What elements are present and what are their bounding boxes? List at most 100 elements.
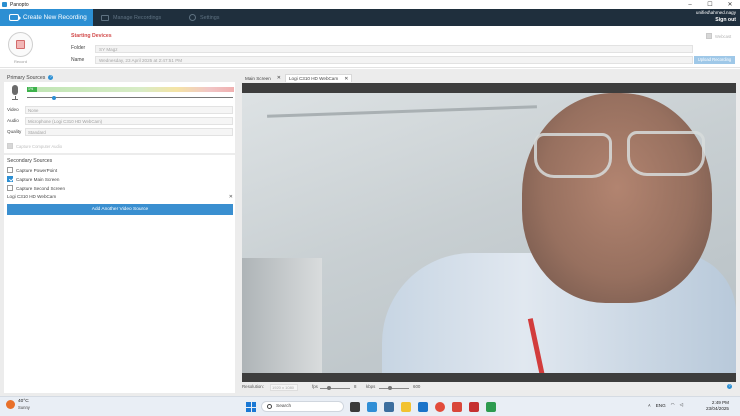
- webcam-video-preview: [242, 83, 736, 382]
- tab-label: Main Screen: [245, 75, 271, 81]
- panopto-app-icon: [2, 2, 7, 7]
- help-icon[interactable]: ?: [48, 75, 54, 81]
- powerpoint-icon[interactable]: [452, 402, 462, 412]
- tab-create-new-recording[interactable]: Create New Recording: [0, 9, 93, 26]
- checkbox-checked: [7, 176, 13, 182]
- audio-source-select[interactable]: Microphone (Logi C310 HD WebCam): [25, 117, 233, 125]
- windows-start-icon[interactable]: [246, 402, 256, 412]
- maximize-button[interactable]: ☐: [700, 0, 720, 9]
- kbps-slider-thumb[interactable]: [387, 386, 392, 390]
- sun-icon: [6, 400, 15, 409]
- file-explorer-icon[interactable]: [401, 402, 411, 412]
- volume-icon[interactable]: ◁: [680, 402, 684, 408]
- capture-second-screen-checkbox[interactable]: Capture Second Screen: [7, 185, 65, 191]
- kbps-value: 600: [413, 384, 421, 389]
- video-settings-bar: Resolution: 1920 x 1080 fps 8 kbps 600 ?: [242, 384, 736, 392]
- fps-slider-thumb[interactable]: [327, 386, 331, 390]
- audio-volume-slider[interactable]: [27, 97, 233, 98]
- wifi-icon[interactable]: ◠: [671, 402, 675, 408]
- capture-main-screen-checkbox[interactable]: Capture Main Screen: [7, 176, 59, 182]
- user-name: unified\ahmed.nagy: [695, 10, 736, 15]
- video-chair: [242, 258, 322, 373]
- kbps-slider[interactable]: [379, 387, 409, 389]
- tab-manage-recordings[interactable]: Manage Recordings: [101, 9, 161, 26]
- quality-label: Quality: [7, 129, 22, 134]
- folder-label: Folder: [71, 45, 86, 51]
- checkbox-box: [706, 33, 712, 39]
- teams-icon[interactable]: [384, 402, 394, 412]
- folder-field[interactable]: SY Magz: [95, 45, 693, 53]
- audio-level-text: 1%: [28, 87, 34, 91]
- capture-powerpoint-label: Capture PowerPoint: [16, 167, 58, 173]
- video-glasses-right: [627, 131, 705, 176]
- temperature: 40°C: [18, 399, 29, 404]
- edge-icon[interactable]: [367, 402, 377, 412]
- clock-date: 23/04/2025: [706, 406, 729, 411]
- primary-sources-heading: Primary Sources?: [7, 75, 54, 81]
- chrome-icon[interactable]: [435, 402, 445, 412]
- task-view-icon[interactable]: [350, 402, 360, 412]
- quality-select[interactable]: Standard: [25, 128, 233, 136]
- gear-icon: [189, 14, 196, 21]
- webcam-source-row: Logi C310 HD WebCam ✕: [7, 194, 233, 200]
- windows-taskbar: 40°C Sunny Search ˄ ENG ◠ ◁ 2:49 PM 23/0…: [0, 396, 740, 416]
- close-tab-icon[interactable]: ✕: [277, 75, 281, 81]
- window-titlebar: Panopto – ☐ ✕: [0, 0, 740, 9]
- tab-label: Manage Recordings: [113, 14, 162, 21]
- tab-label: Settings: [200, 14, 220, 21]
- taskbar-search[interactable]: Search: [261, 401, 344, 412]
- video-letterbox-top: [242, 83, 736, 93]
- tab-webcam-preview[interactable]: Logi C310 HD WebCam ✕: [285, 74, 353, 82]
- close-button[interactable]: ✕: [720, 0, 740, 9]
- app-header: Create New Recording Manage Recordings S…: [0, 9, 740, 26]
- window-controls: – ☐ ✕: [680, 0, 740, 9]
- status-text: Starting Devices: [71, 33, 112, 39]
- video-glasses-left: [534, 133, 612, 178]
- video-source-select[interactable]: None: [25, 106, 233, 114]
- name-field[interactable]: Wednesday, 23 April 2025 at 2:47:51 PM: [95, 56, 693, 64]
- resolution-label: Resolution:: [242, 384, 264, 389]
- minimize-button[interactable]: –: [680, 0, 700, 9]
- fps-value: 8: [354, 384, 357, 389]
- search-placeholder: Search: [276, 404, 292, 409]
- capture-computer-audio-checkbox[interactable]: Capture Computer Audio: [7, 143, 62, 149]
- checkbox-box: [7, 167, 13, 173]
- tab-label: Logi C310 HD WebCam: [289, 76, 339, 81]
- capture-powerpoint-checkbox[interactable]: Capture PowerPoint: [7, 167, 57, 173]
- fps-label: fps: [312, 384, 318, 389]
- capture-second-screen-label: Capture Second Screen: [16, 185, 66, 191]
- help-icon[interactable]: ?: [727, 384, 732, 389]
- name-label: Name: [71, 57, 85, 63]
- sign-out-link[interactable]: Sign out: [696, 17, 736, 23]
- language-indicator[interactable]: ENG: [656, 403, 666, 408]
- checkbox-box: [7, 143, 13, 149]
- add-video-source-button[interactable]: Add Another Video Source: [7, 204, 233, 215]
- search-icon: [267, 404, 272, 409]
- weather-widget[interactable]: 40°C Sunny: [6, 399, 30, 410]
- record-icon: [16, 40, 25, 49]
- window-title: Panopto: [10, 1, 29, 8]
- kbps-label: kbps: [366, 384, 376, 389]
- record-button[interactable]: [8, 32, 33, 57]
- tab-settings[interactable]: Settings: [189, 9, 219, 26]
- upload-recording-button[interactable]: Upload Recording: [694, 56, 735, 64]
- panopto-taskbar-icon[interactable]: [486, 402, 496, 412]
- resolution-select[interactable]: 1920 x 1080: [270, 384, 298, 391]
- chevron-up-icon[interactable]: ˄: [648, 403, 651, 408]
- close-tab-icon[interactable]: ✕: [344, 76, 348, 82]
- audio-volume-thumb[interactable]: [51, 95, 56, 100]
- tab-main-screen[interactable]: Main Screen ✕: [242, 74, 284, 82]
- outlook-icon[interactable]: [418, 402, 428, 412]
- audio-level-meter: 1%: [27, 87, 234, 92]
- video-person-face: [522, 93, 712, 303]
- remove-source-icon[interactable]: ✕: [229, 194, 233, 200]
- webcast-checkbox[interactable]: Webcast: [706, 33, 731, 39]
- video-letterbox-bottom: [242, 373, 736, 382]
- webcast-label: Webcast: [715, 33, 732, 39]
- capture-main-screen-label: Capture Main Screen: [16, 176, 60, 182]
- clock[interactable]: 2:49 PM 23/04/2025: [706, 400, 729, 412]
- app-icon[interactable]: [469, 402, 479, 412]
- fps-slider[interactable]: [320, 387, 350, 389]
- user-area: unified\ahmed.nagy Sign out: [696, 10, 736, 23]
- video-label: Video: [7, 107, 19, 112]
